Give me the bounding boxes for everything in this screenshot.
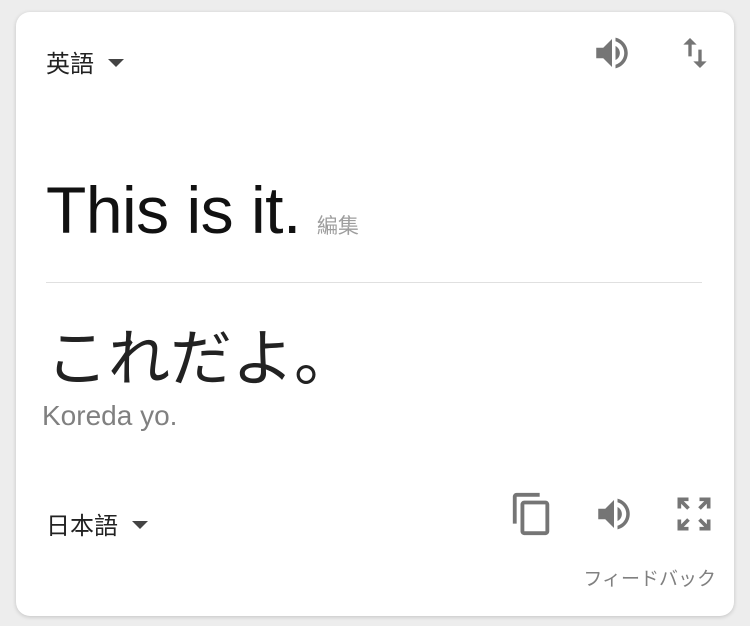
copy-icon bbox=[512, 492, 550, 536]
source-text[interactable]: This is it. bbox=[46, 172, 301, 248]
translation-card: 英語 This is it. 編集 これだよ。 Koreda yo. 日本語 フ… bbox=[16, 12, 734, 616]
source-language-label: 英語 bbox=[46, 50, 94, 78]
target-language-label: 日本語 bbox=[46, 512, 118, 540]
chevron-down-icon bbox=[132, 520, 148, 529]
source-language-select[interactable]: 英語 bbox=[46, 44, 124, 79]
speaker-icon bbox=[598, 498, 630, 530]
source-speaker-button[interactable] bbox=[588, 29, 636, 77]
swap-languages-button[interactable] bbox=[671, 29, 719, 77]
translation-text: これだよ。 bbox=[46, 322, 357, 395]
divider bbox=[46, 282, 702, 283]
swap-icon bbox=[683, 38, 707, 68]
fullscreen-icon bbox=[677, 497, 711, 531]
speaker-icon bbox=[596, 37, 628, 69]
edit-link[interactable]: 編集 bbox=[317, 210, 359, 240]
romanization-text: Koreda yo. bbox=[42, 400, 178, 431]
feedback-link[interactable]: フィードバック bbox=[583, 564, 716, 591]
copy-button[interactable] bbox=[508, 490, 556, 538]
chevron-down-icon bbox=[108, 58, 124, 67]
target-language-select[interactable]: 日本語 bbox=[46, 506, 148, 541]
fullscreen-button[interactable] bbox=[670, 490, 718, 538]
source-row: This is it. 編集 bbox=[46, 172, 359, 248]
target-speaker-button[interactable] bbox=[590, 490, 638, 538]
